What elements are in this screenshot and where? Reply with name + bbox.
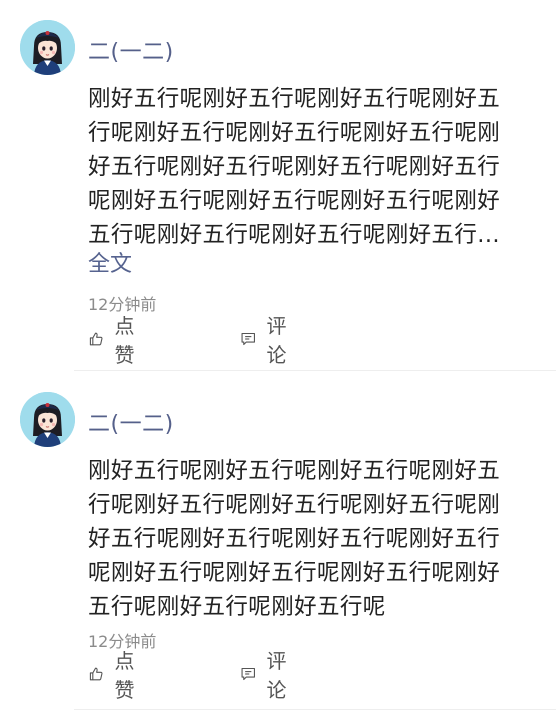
avatar-illustration: [20, 392, 75, 447]
username[interactable]: 二(一二): [88, 34, 174, 66]
comment-icon: [241, 667, 255, 681]
avatar[interactable]: [20, 392, 75, 447]
reply-button[interactable]: 评论: [240, 314, 294, 367]
divider: [74, 370, 556, 371]
reply-label: 评论: [266, 649, 287, 702]
avatar[interactable]: [20, 20, 75, 75]
like-button[interactable]: 点赞: [88, 314, 142, 367]
reply-label: 评论: [266, 314, 287, 367]
like-label: 点赞: [114, 314, 135, 367]
thumbs-up-icon: [89, 667, 103, 681]
expand-full-text-link[interactable]: 全文: [88, 250, 132, 280]
comment-item: 二(一二) 刚好五行呢刚好五行呢刚好五行呢刚好五行呢刚好五行呢刚好五行呢刚好五行…: [0, 0, 556, 372]
thumbs-up-icon: [89, 332, 103, 346]
reply-button[interactable]: 评论: [240, 649, 294, 702]
avatar-illustration: [20, 20, 75, 75]
like-label: 点赞: [114, 649, 135, 702]
comment-feed: 二(一二) 刚好五行呢刚好五行呢刚好五行呢刚好五行呢刚好五行呢刚好五行呢刚好五行…: [0, 0, 556, 714]
divider: [74, 709, 556, 710]
comment-icon: [241, 332, 255, 346]
like-button[interactable]: 点赞: [88, 649, 142, 702]
username[interactable]: 二(一二): [88, 406, 174, 438]
comment-content: 刚好五行呢刚好五行呢刚好五行呢刚好五行呢刚好五行呢刚好五行呢刚好五行呢刚好五行呢…: [88, 458, 501, 620]
comment-item: 二(一二) 刚好五行呢刚好五行呢刚好五行呢刚好五行呢刚好五行呢刚好五行呢刚好五行…: [0, 372, 556, 714]
comment-content: 刚好五行呢刚好五行呢刚好五行呢刚好五行呢刚好五行呢刚好五行呢刚好五行呢刚好五行呢…: [88, 86, 501, 248]
